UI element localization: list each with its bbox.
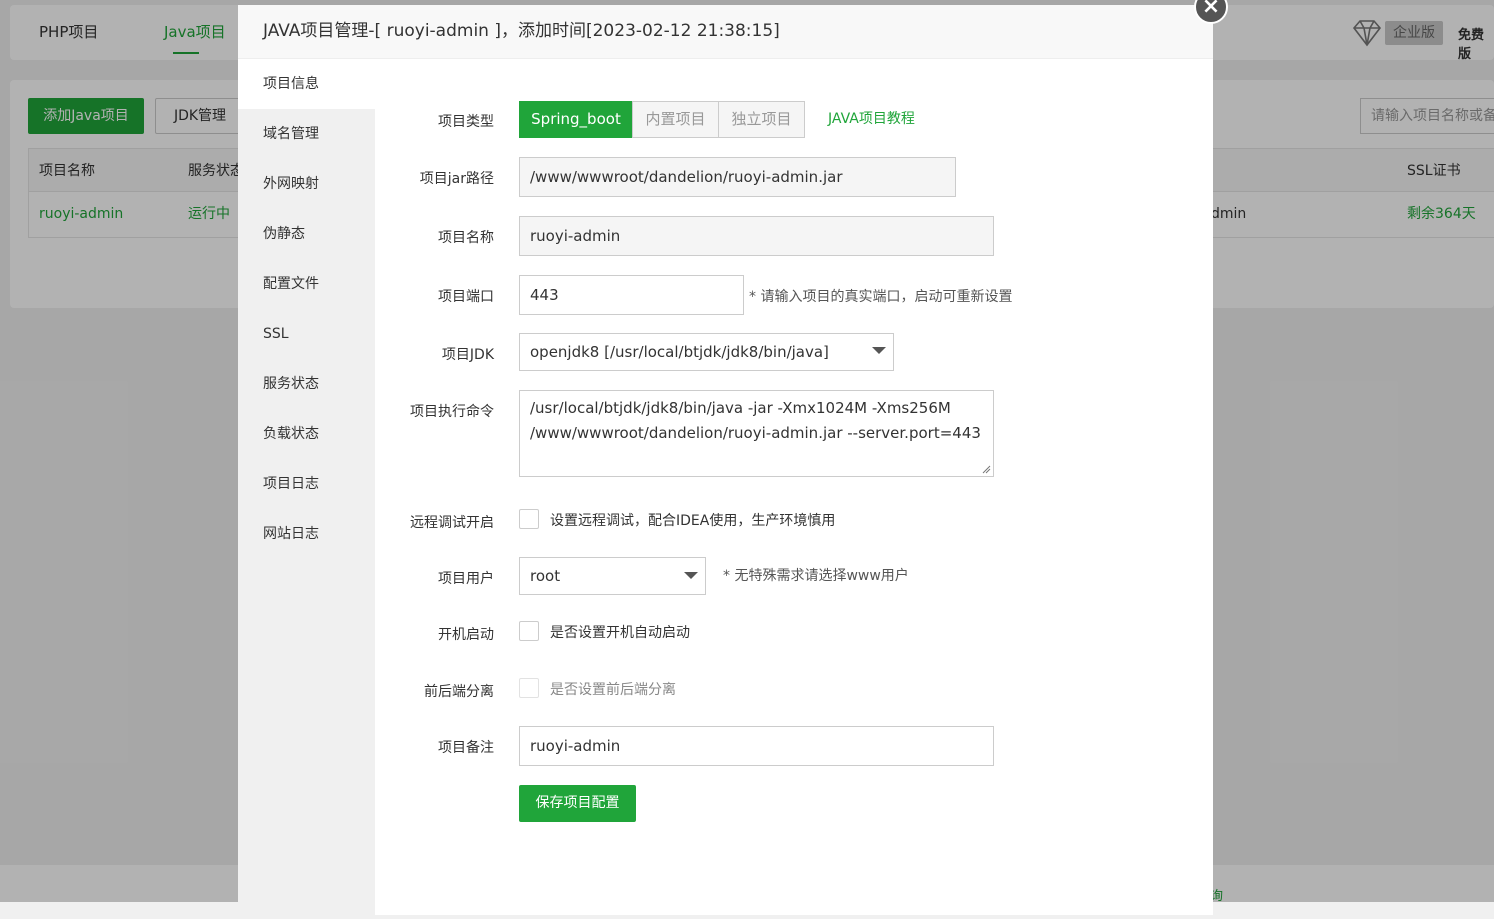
project-port-input[interactable]: 443: [519, 275, 744, 315]
project-jdk-label: 项目JDK: [441, 347, 494, 363]
frontend-split-text: 是否设置前后端分离: [550, 682, 676, 698]
dialog-title: JAVA项目管理-[ ruoyi-admin ]，添加时间[2023-02-12…: [263, 21, 780, 41]
project-user-select[interactable]: root: [519, 557, 706, 595]
jar-path-input[interactable]: /www/wwwroot/dandelion/ruoyi-admin.jar: [519, 157, 956, 197]
project-remark-label: 项目备注: [438, 740, 494, 756]
jdk-select[interactable]: openjdk8 [/usr/local/btjdk/jdk8/bin/java…: [519, 333, 894, 371]
auto-start-text: 是否设置开机自动启动: [550, 625, 690, 641]
sidebar-item-project-info[interactable]: 项目信息: [238, 59, 375, 109]
dialog-sidebar: 项目信息 域名管理 外网映射 伪静态 配置文件 SSL 服务状态 负载状态 项目…: [238, 59, 375, 919]
exec-command-line-2: /www/wwwroot/dandelion/ruoyi-admin.jar -…: [530, 424, 981, 442]
port-hint: * 请输入项目的真实端口，启动可重新设置: [749, 289, 1013, 305]
chevron-down-icon[interactable]: [684, 572, 698, 579]
type-builtin-option[interactable]: 内置项目: [632, 101, 719, 138]
user-hint: * 无特殊需求请选择www用户: [723, 568, 909, 584]
save-config-button[interactable]: 保存项目配置: [519, 785, 636, 822]
exec-command-label: 项目执行命令: [410, 404, 494, 420]
remote-debug-checkbox[interactable]: [519, 509, 539, 529]
project-remark-input[interactable]: ruoyi-admin: [519, 726, 994, 766]
project-type-label: 项目类型: [438, 114, 494, 130]
sidebar-item-project-log[interactable]: 项目日志: [238, 459, 375, 509]
remote-debug-label: 远程调试开启: [410, 515, 494, 531]
auto-start-checkbox[interactable]: [519, 621, 539, 641]
dialog-header: JAVA项目管理-[ ruoyi-admin ]，添加时间[2023-02-12…: [238, 5, 1213, 59]
project-user-label: 项目用户: [438, 571, 494, 587]
auto-start-label: 开机启动: [438, 627, 494, 643]
remote-debug-text: 设置远程调试，配合IDEA使用，生产环境慎用: [550, 513, 836, 529]
resize-handle-icon[interactable]: [982, 465, 991, 474]
jar-path-label: 项目jar路径: [419, 171, 494, 187]
chevron-down-icon[interactable]: [872, 347, 886, 354]
java-tutorial-link[interactable]: JAVA项目教程: [828, 108, 915, 128]
exec-command-textarea[interactable]: /usr/local/btjdk/jdk8/bin/java -jar -Xmx…: [519, 390, 994, 477]
project-name-input[interactable]: ruoyi-admin: [519, 216, 994, 256]
type-spring-boot-option[interactable]: Spring_boot: [519, 101, 633, 138]
project-name-label: 项目名称: [438, 230, 494, 246]
type-standalone-option[interactable]: 独立项目: [718, 101, 805, 138]
frontend-split-checkbox[interactable]: [519, 678, 539, 698]
frontend-split-label: 前后端分离: [424, 684, 494, 700]
exec-command-line-1: /usr/local/btjdk/jdk8/bin/java -jar -Xmx…: [530, 399, 951, 417]
project-port-label: 项目端口: [438, 289, 494, 305]
